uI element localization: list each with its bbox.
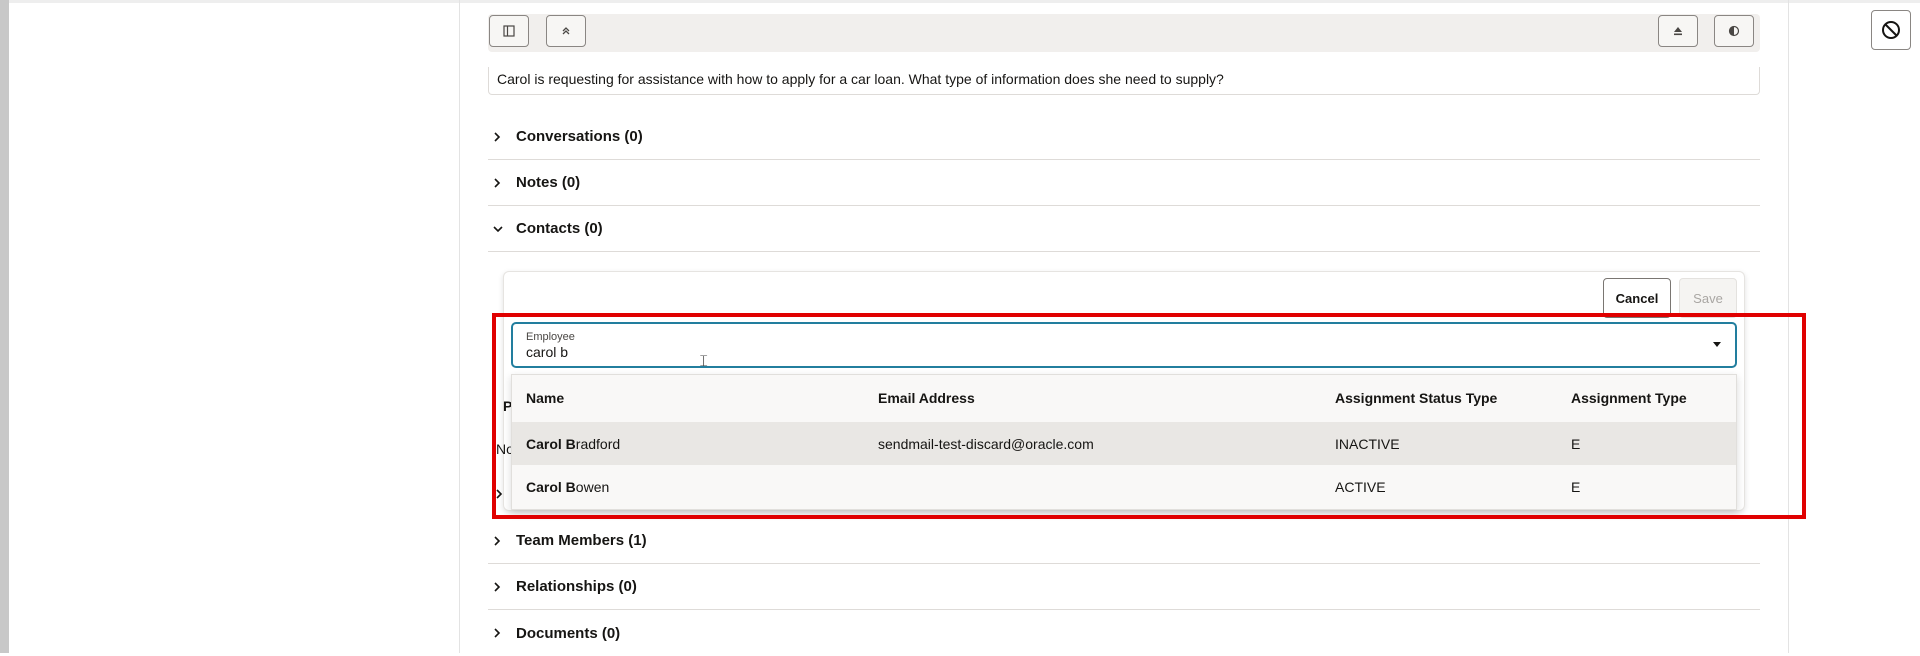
result-status: ACTIVE	[1335, 478, 1386, 495]
name-rest-text: owen	[575, 478, 610, 495]
contrast-button[interactable]	[1714, 15, 1754, 47]
chevron-right-icon	[488, 627, 516, 639]
section-contacts-label: Contacts (0)	[516, 220, 603, 237]
name-rest-text: radford	[575, 435, 621, 452]
eject-button[interactable]	[1658, 15, 1698, 47]
detail-toolbar	[488, 14, 1760, 52]
section-documents[interactable]: Documents (0)	[488, 610, 1760, 656]
block-icon	[1882, 21, 1900, 39]
content-border-left	[459, 0, 460, 653]
content-border-right	[1788, 0, 1789, 653]
left-scroll-strip	[0, 0, 9, 653]
section-relationships-label: Relationships (0)	[516, 578, 637, 595]
result-type: E	[1571, 435, 1581, 452]
collapse-up-icon	[562, 27, 570, 35]
employee-field-value[interactable]: carol b	[526, 344, 568, 360]
section-documents-label: Documents (0)	[516, 624, 621, 642]
result-status: INACTIVE	[1335, 435, 1400, 452]
section-conversations[interactable]: Conversations (0)	[488, 114, 1760, 160]
result-email: sendmail-test-discard@oracle.com	[878, 435, 1094, 452]
result-type: E	[1571, 478, 1581, 495]
collapse-up-button[interactable]	[546, 15, 586, 47]
contrast-icon	[1728, 25, 1740, 37]
section-conversations-label: Conversations (0)	[516, 128, 643, 145]
employee-combobox[interactable]: Employee carol b	[511, 322, 1737, 368]
panel-toggle-icon	[503, 25, 515, 37]
save-button[interactable]: Save	[1679, 278, 1737, 318]
block-button[interactable]	[1871, 10, 1911, 50]
name-match-text: Carol B	[526, 435, 576, 452]
eject-icon	[1674, 27, 1682, 36]
section-notes-label: Notes (0)	[516, 174, 581, 191]
chevron-down-icon	[488, 224, 516, 234]
result-row[interactable]: Carol Bradford sendmail-test-discard@ora…	[512, 422, 1736, 465]
column-header-email: Email Address	[878, 390, 975, 406]
result-row[interactable]: Carol Bowen ACTIVE E	[512, 465, 1736, 508]
section-relationships[interactable]: Relationships (0)	[488, 564, 1760, 610]
dropdown-arrow-icon[interactable]	[1713, 342, 1721, 347]
column-header-name: Name	[526, 390, 565, 406]
chevron-right-icon	[488, 177, 516, 189]
results-header: Name Email Address Assignment Status Typ…	[512, 375, 1736, 421]
column-header-type: Assignment Type	[1571, 390, 1687, 406]
employee-results-dropdown: Name Email Address Assignment Status Typ…	[511, 374, 1737, 510]
text-cursor-icon: 𝙸	[698, 351, 710, 370]
chevron-right-icon	[488, 131, 516, 143]
employee-field-label: Employee	[526, 331, 575, 343]
result-name: Carol Bradford	[526, 422, 620, 465]
cancel-button[interactable]: Cancel	[1603, 278, 1671, 318]
result-name: Carol Bowen	[526, 465, 609, 508]
name-match-text: Carol B	[526, 478, 576, 495]
obscured-chevron-icon	[494, 487, 504, 503]
panel-toggle-button[interactable]	[489, 15, 529, 47]
column-header-status: Assignment Status Type	[1335, 390, 1498, 406]
chevron-right-icon	[488, 535, 516, 547]
section-team-members-label: Team Members (1)	[516, 532, 647, 549]
section-notes[interactable]: Notes (0)	[488, 160, 1760, 206]
request-description: Carol is requesting for assistance with …	[488, 67, 1760, 95]
section-contacts[interactable]: Contacts (0)	[488, 206, 1760, 252]
top-divider	[9, 0, 1920, 3]
section-team-members[interactable]: Team Members (1)	[488, 518, 1760, 564]
chevron-right-icon	[488, 581, 516, 593]
